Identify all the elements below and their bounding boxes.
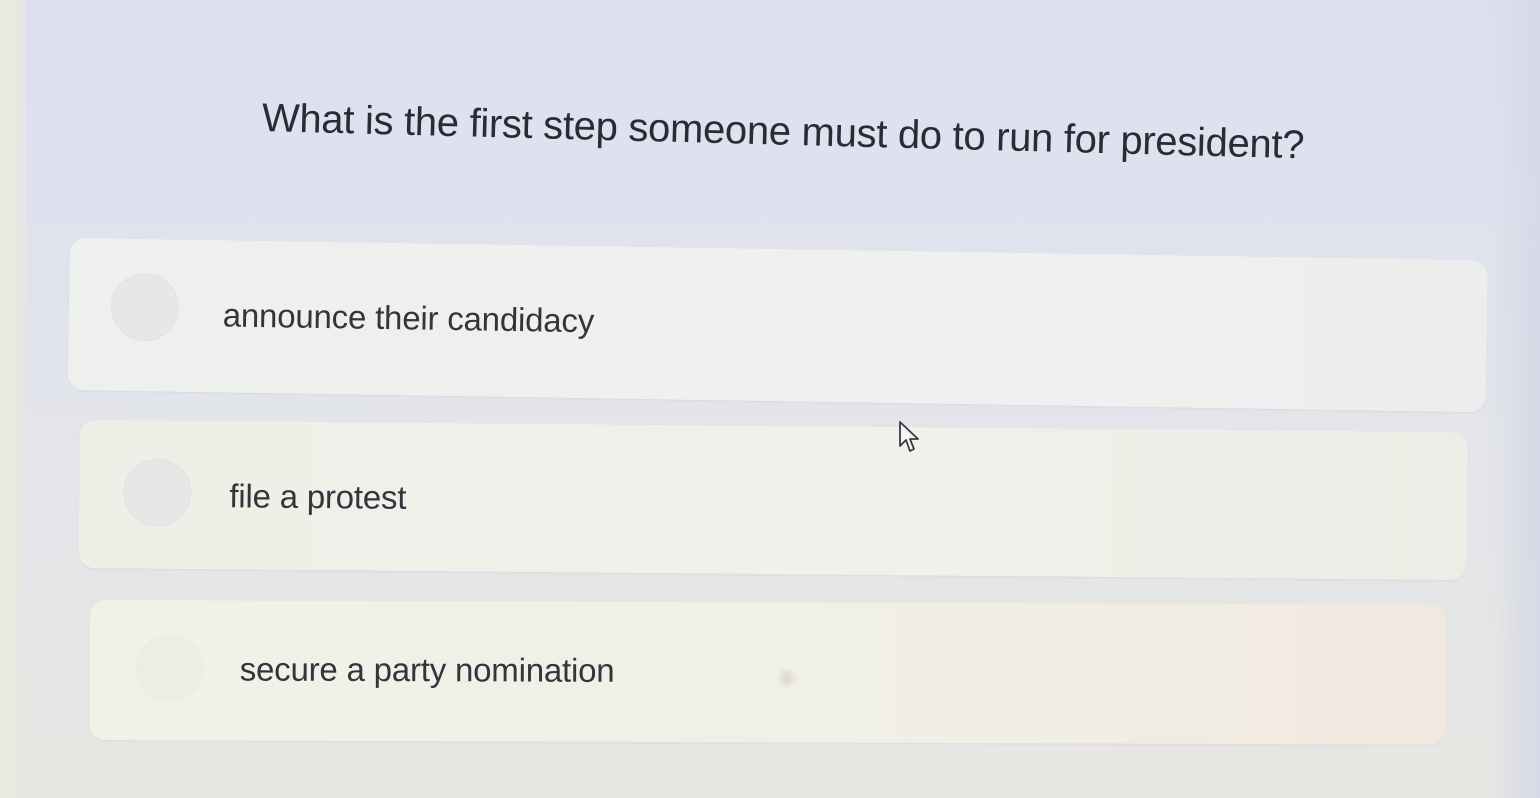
answer-option-label: secure a party nomination [239, 650, 615, 689]
answer-option-label: announce their candidacy [222, 296, 595, 340]
answer-options: announce their candidacy file a protest … [0, 0, 1540, 798]
radio-button[interactable] [123, 458, 192, 527]
answer-option-3[interactable]: secure a party nomination [89, 600, 1446, 745]
answer-option-1[interactable]: announce their candidacy [67, 238, 1488, 413]
arrow-cursor-icon [899, 421, 919, 452]
screen-smudge [776, 668, 798, 688]
radio-button[interactable] [110, 272, 180, 342]
answer-option-label: file a protest [229, 477, 407, 516]
answer-option-2[interactable]: file a protest [78, 420, 1468, 581]
radio-button[interactable] [135, 634, 204, 703]
